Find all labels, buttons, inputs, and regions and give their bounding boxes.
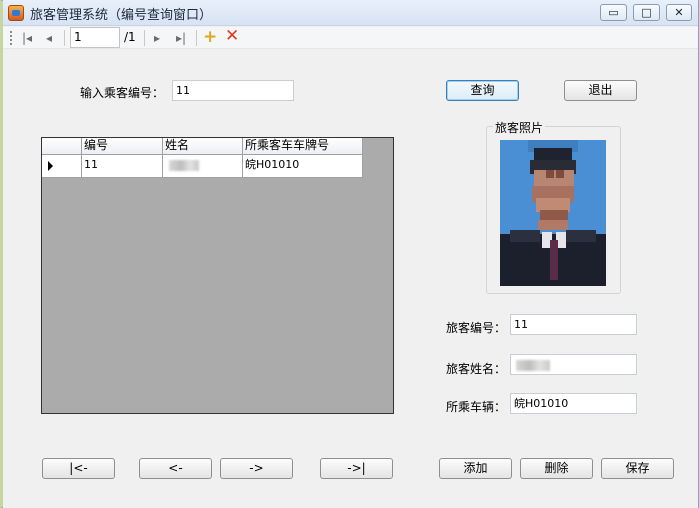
delete-icon[interactable]: ✕ <box>225 27 241 45</box>
column-header-plate[interactable]: 所乘客车车牌号 <box>243 138 363 155</box>
move-next-icon[interactable]: ▸ <box>148 29 166 47</box>
minimize-button[interactable]: ▭ <box>600 4 627 21</box>
row-header-current[interactable] <box>42 155 82 178</box>
cell-id[interactable]: 11 <box>82 155 163 178</box>
close-button[interactable]: ✕ <box>666 4 692 21</box>
toolbar-separator <box>196 30 197 46</box>
minimize-icon: ▭ <box>608 6 619 19</box>
maximize-button[interactable]: □ <box>633 4 660 21</box>
cell-plate[interactable]: 皖H01010 <box>243 155 363 178</box>
add-button[interactable]: 添加 <box>439 458 512 479</box>
app-icon <box>8 5 24 21</box>
position-input[interactable]: 1 <box>70 27 120 48</box>
column-header-id[interactable]: 编号 <box>82 138 163 155</box>
passenger-id-search-input[interactable]: 11 <box>172 80 294 101</box>
cell-name[interactable] <box>163 155 243 178</box>
detail-name-field[interactable] <box>510 354 637 375</box>
search-label: 输入乘客编号： <box>80 86 165 100</box>
exit-button[interactable]: 退出 <box>564 80 637 101</box>
previous-record-button[interactable]: <- <box>139 458 212 479</box>
move-last-icon[interactable]: ▸| <box>172 29 190 47</box>
window-title: 旅客管理系统（编号查询窗口） <box>30 8 213 23</box>
delete-button[interactable]: 删除 <box>520 458 593 479</box>
grid-corner-header <box>42 138 82 155</box>
move-previous-icon[interactable]: ◂ <box>40 29 58 47</box>
current-row-arrow-icon <box>48 161 53 171</box>
toolbar-separator <box>144 30 145 46</box>
detail-id-label: 旅客编号： <box>446 321 507 335</box>
detail-vehicle-field[interactable]: 皖H01010 <box>510 393 637 414</box>
save-button[interactable]: 保存 <box>601 458 674 479</box>
pixelated-portrait-icon <box>500 140 606 286</box>
toolbar-separator <box>64 30 65 46</box>
detail-vehicle-label: 所乘车辆： <box>446 400 507 414</box>
redacted-name <box>169 159 199 171</box>
detail-id-field[interactable]: 11 <box>510 314 637 335</box>
passenger-photo <box>500 140 606 286</box>
last-record-button[interactable]: ->| <box>320 458 393 479</box>
next-record-button[interactable]: -> <box>220 458 293 479</box>
detail-name-label: 旅客姓名： <box>446 362 507 376</box>
maximize-icon: □ <box>641 6 652 19</box>
first-record-button[interactable]: |<- <box>42 458 115 479</box>
passenger-grid[interactable] <box>41 137 394 414</box>
toolbar-grip[interactable] <box>10 31 12 45</box>
close-icon: ✕ <box>674 6 684 19</box>
column-header-name[interactable]: 姓名 <box>163 138 243 155</box>
query-button[interactable]: 查询 <box>446 80 519 101</box>
photo-group-label: 旅客照片 <box>493 119 546 136</box>
count-label: /1 <box>124 30 136 44</box>
add-new-icon[interactable]: + <box>203 28 219 46</box>
move-first-icon[interactable]: |◂ <box>18 29 36 47</box>
redacted-name <box>516 359 550 371</box>
